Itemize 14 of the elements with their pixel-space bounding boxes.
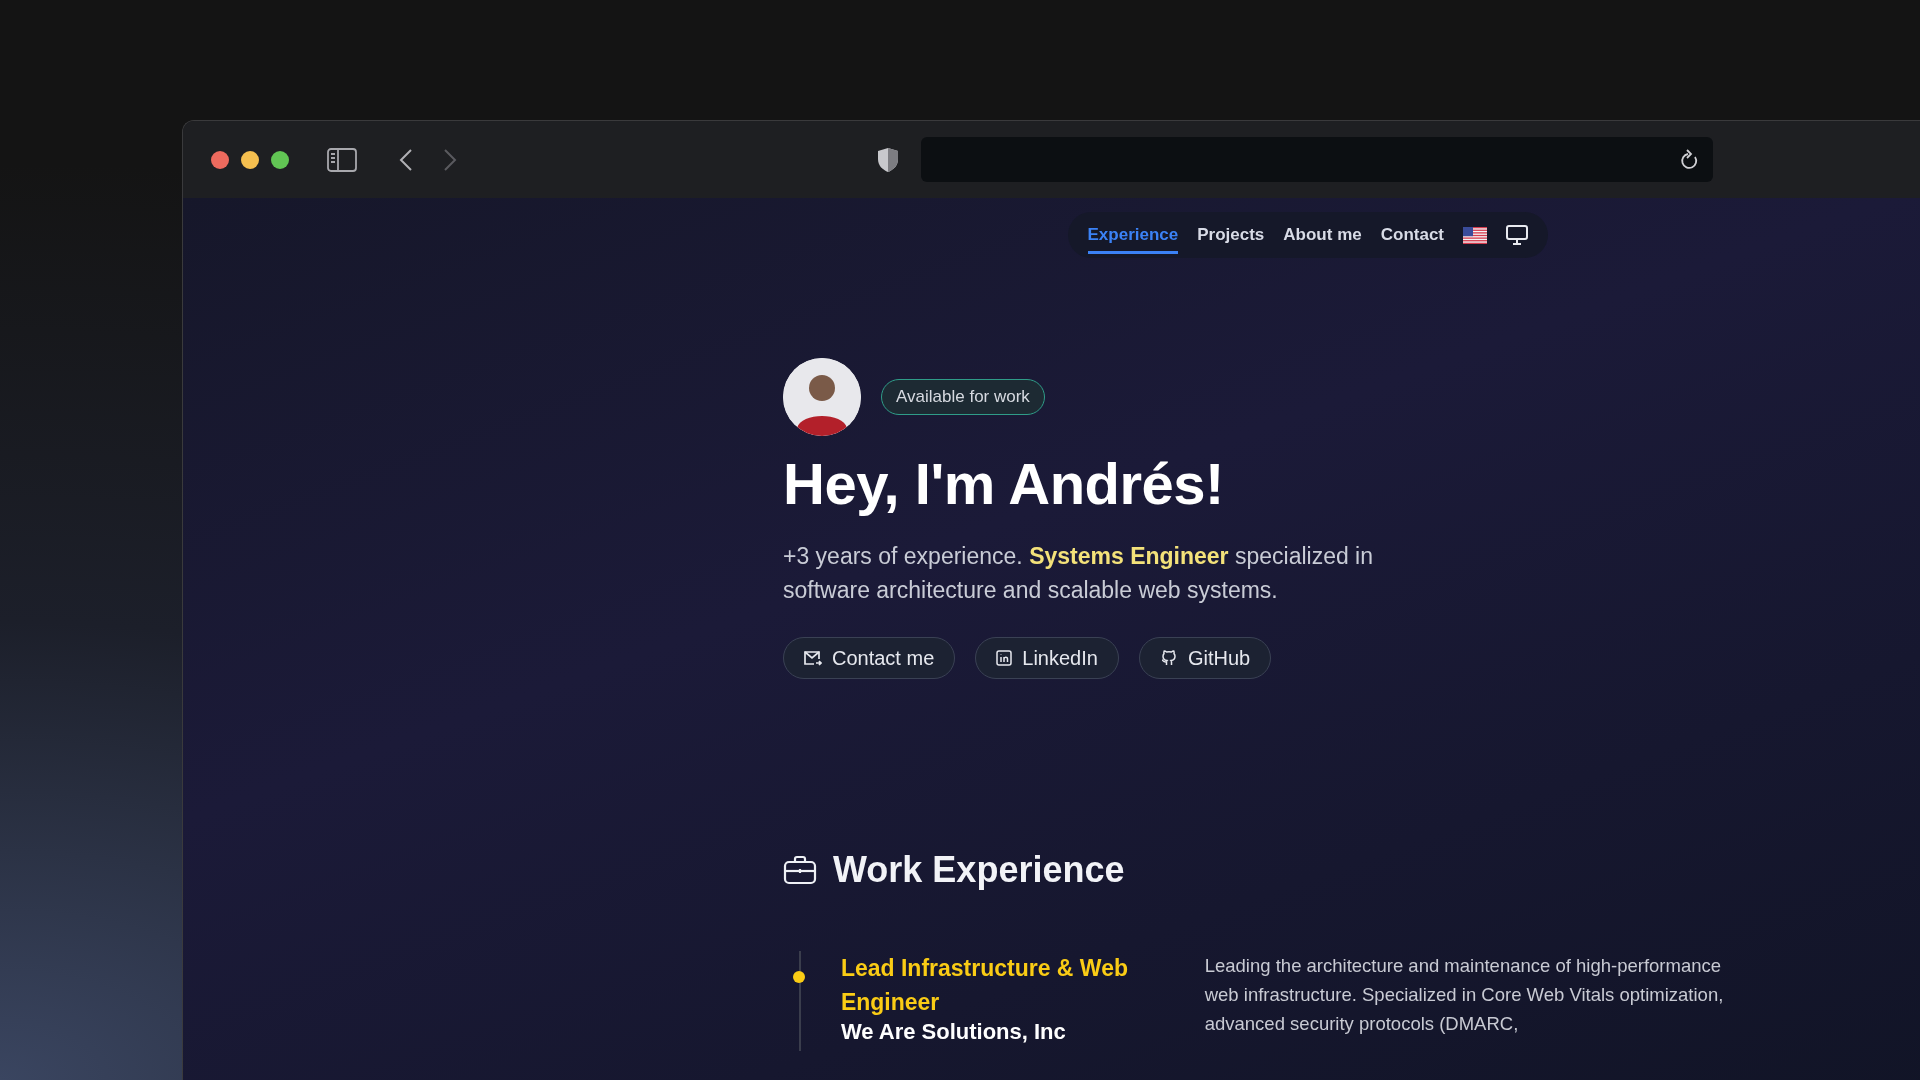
nav-link[interactable]: Contact	[1380, 216, 1444, 254]
section-heading: Work Experience	[833, 849, 1125, 891]
contact-button[interactable]: Contact me	[783, 637, 956, 679]
intro-text: +3 years of experience. Systems Engineer specialized in software architecture and scalable web systems.	[783, 542, 1374, 605]
nav-link[interactable]: Experience	[1087, 216, 1179, 254]
nav-link[interactable]: Projects	[1197, 216, 1265, 254]
hero-heading: Hey, I'm Andrés!	[783, 450, 1225, 517]
job-title: Lead Infrastructure & Web Engineer	[840, 954, 1129, 1017]
job-description: Leading the architecture and maintenance of high-performance web infrastructure. Specialized in Core Web Vitals optimization, advanced security protocols (DMARC,	[1204, 954, 1725, 1036]
availability-badge: Available for work	[881, 379, 1045, 415]
nav-link[interactable]: About me	[1283, 216, 1362, 254]
linkedin-button[interactable]: LinkedIn	[975, 637, 1119, 679]
company-name: We Are Solutions, Inc	[840, 1019, 1067, 1045]
github-button[interactable]: GitHub	[1138, 637, 1272, 679]
